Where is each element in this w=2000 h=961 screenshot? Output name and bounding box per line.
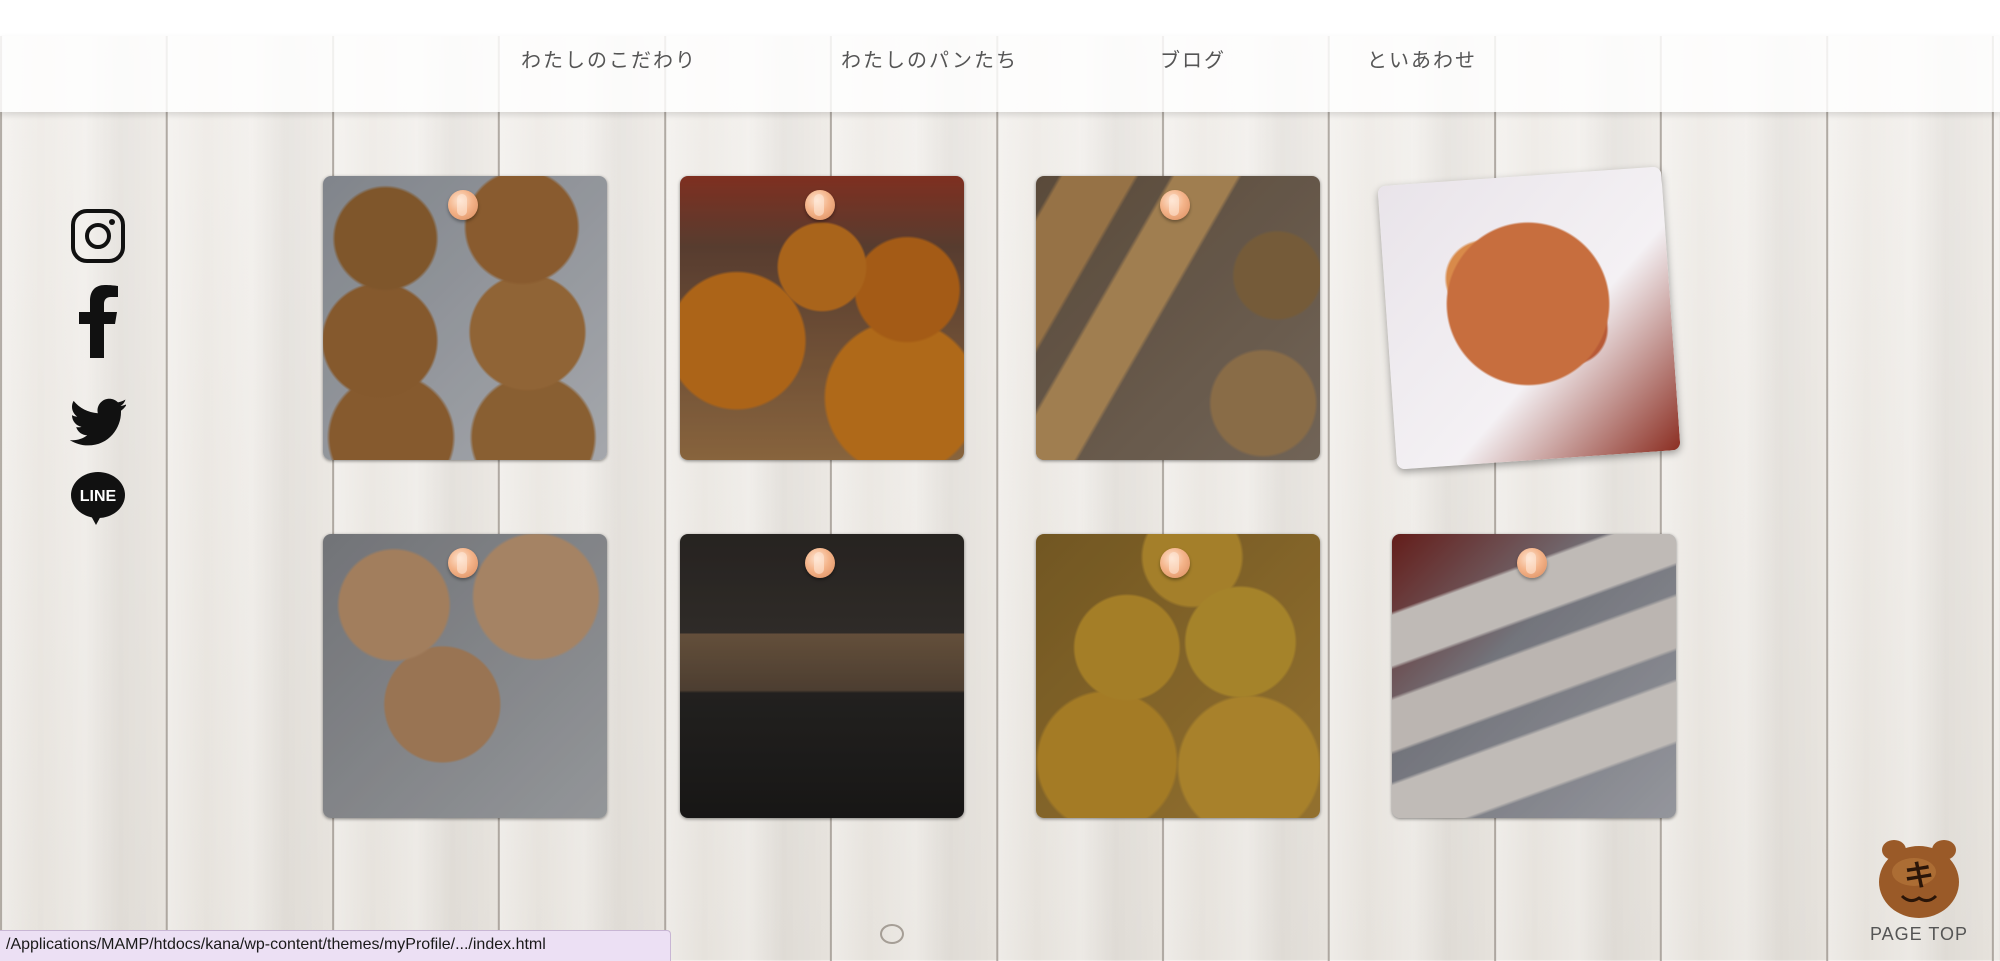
pushpin-icon — [1160, 548, 1190, 578]
pushpin-icon — [805, 190, 835, 220]
instagram-link[interactable] — [70, 208, 126, 264]
browser-status-bar: /Applications/MAMP/htdocs/kana/wp-conten… — [0, 930, 671, 961]
pizza-bread-image — [1377, 166, 1681, 470]
pushpin-icon — [448, 548, 478, 578]
mascot-mark: キ — [1904, 859, 1934, 894]
page-top-button[interactable]: キ PAGE TOP — [1864, 838, 1974, 950]
facebook-icon — [79, 285, 118, 358]
tiger-bread-mascot-icon: キ — [1879, 840, 1959, 918]
instagram-icon — [71, 209, 125, 263]
page-top-label: PAGE TOP — [1869, 924, 1969, 944]
twitter-link[interactable] — [70, 394, 126, 450]
wood-knot-decoration — [880, 924, 904, 944]
nav-link-contact[interactable]: といあわせ — [1367, 44, 1477, 73]
pushpin-icon — [448, 190, 478, 220]
line-icon: LINE — [71, 472, 125, 525]
site-header: わたしのこだわり わたしのパンたち ブログ といあわせ — [0, 36, 2000, 112]
pushpin-icon — [1517, 548, 1547, 578]
global-nav: わたしのこだわり わたしのパンたち ブログ といあわせ — [0, 36, 2000, 112]
twitter-icon — [70, 398, 126, 446]
gallery-photo-pizza-bread-hovered[interactable] — [1377, 166, 1681, 470]
status-url: /Applications/MAMP/htdocs/kana/wp-conten… — [6, 936, 546, 953]
top-white-strip — [0, 0, 2000, 36]
facebook-link[interactable] — [70, 285, 126, 358]
pushpin-icon — [1160, 190, 1190, 220]
line-icon-label: LINE — [80, 488, 117, 505]
nav-link-kodawari[interactable]: わたしのこだわり — [521, 44, 697, 73]
pushpin-icon — [805, 548, 835, 578]
line-link[interactable]: LINE — [70, 470, 126, 526]
nav-link-my-breads[interactable]: わたしのパンたち — [841, 44, 1018, 73]
nav-link-blog[interactable]: ブログ — [1160, 44, 1226, 73]
